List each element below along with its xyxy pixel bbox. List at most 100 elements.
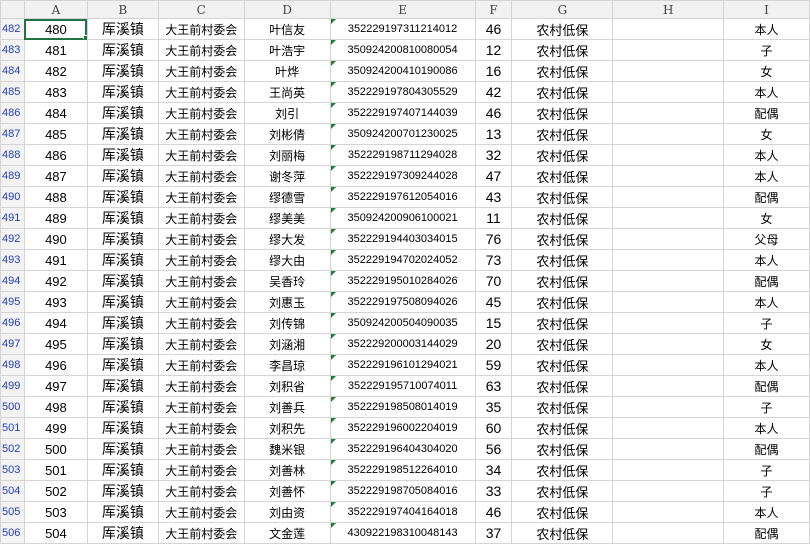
cell-a[interactable]: 485 [23,123,88,145]
column-header-d[interactable]: D [243,0,331,19]
row-header[interactable]: 500 [0,396,25,418]
cell-i[interactable]: 子 [723,396,810,418]
cell-f[interactable]: 16 [474,60,513,82]
column-header-a[interactable]: A [23,0,88,19]
cell-h[interactable] [612,312,725,334]
cell-b[interactable]: 厍溪镇 [86,39,159,61]
cell-e[interactable]: 352229200003144029 [329,333,476,355]
cell-a[interactable]: 501 [23,459,88,481]
cell-e[interactable]: 352229197311214012 [329,18,476,40]
row-header[interactable]: 493 [0,249,25,271]
cell-f[interactable]: 56 [474,438,513,460]
cell-f[interactable]: 46 [474,102,513,124]
cell-g[interactable]: 农村低保 [511,249,614,271]
cell-b[interactable]: 厍溪镇 [86,270,159,292]
cell-h[interactable] [612,459,725,481]
cell-b[interactable]: 厍溪镇 [86,459,159,481]
cell-d[interactable]: 刘善林 [243,459,331,481]
cell-a[interactable]: 486 [23,144,88,166]
cell-b[interactable]: 厍溪镇 [86,123,159,145]
cell-g[interactable]: 农村低保 [511,165,614,187]
cell-f[interactable]: 45 [474,291,513,313]
column-header-c[interactable]: C [157,0,245,19]
cell-f[interactable]: 42 [474,81,513,103]
cell-c[interactable]: 大王前村委会 [157,270,245,292]
cell-a[interactable]: 502 [23,480,88,502]
cell-e[interactable]: 352229196404304020 [329,438,476,460]
cell-i[interactable]: 配偶 [723,270,810,292]
cell-h[interactable] [612,249,725,271]
cell-d[interactable]: 叶烨 [243,60,331,82]
cell-h[interactable] [612,165,725,187]
cell-g[interactable]: 农村低保 [511,417,614,439]
cell-e[interactable]: 352229198705084016 [329,480,476,502]
cell-a[interactable]: 498 [23,396,88,418]
cell-i[interactable]: 子 [723,312,810,334]
column-header-f[interactable]: F [474,0,513,19]
fill-handle[interactable] [82,35,87,39]
cell-i[interactable]: 配偶 [723,522,810,544]
cell-c[interactable]: 大王前村委会 [157,165,245,187]
cell-b[interactable]: 厍溪镇 [86,144,159,166]
row-header[interactable]: 488 [0,144,25,166]
row-header[interactable]: 497 [0,333,25,355]
cell-i[interactable]: 配偶 [723,186,810,208]
cell-i[interactable]: 配偶 [723,375,810,397]
cell-h[interactable] [612,354,725,376]
cell-f[interactable]: 73 [474,249,513,271]
cell-e[interactable]: 350924200810080054 [329,39,476,61]
cell-g[interactable]: 农村低保 [511,102,614,124]
cell-f[interactable]: 47 [474,165,513,187]
row-header[interactable]: 491 [0,207,25,229]
row-header[interactable]: 494 [0,270,25,292]
cell-h[interactable] [612,144,725,166]
cell-e[interactable]: 350924200504090035 [329,312,476,334]
cell-g[interactable]: 农村低保 [511,291,614,313]
cell-e[interactable]: 352229195010284026 [329,270,476,292]
cell-c[interactable]: 大王前村委会 [157,291,245,313]
cell-d[interactable]: 吴香玲 [243,270,331,292]
cell-i[interactable]: 配偶 [723,102,810,124]
cell-g[interactable]: 农村低保 [511,375,614,397]
cell-h[interactable] [612,396,725,418]
cell-g[interactable]: 农村低保 [511,459,614,481]
cell-i[interactable]: 本人 [723,501,810,523]
cell-h[interactable] [612,270,725,292]
cell-b[interactable]: 厍溪镇 [86,501,159,523]
cell-g[interactable]: 农村低保 [511,18,614,40]
cell-a[interactable]: 490 [23,228,88,250]
cell-b[interactable]: 厍溪镇 [86,354,159,376]
cell-e[interactable]: 352229197612054016 [329,186,476,208]
cell-g[interactable]: 农村低保 [511,354,614,376]
cell-e[interactable]: 352229195710074011 [329,375,476,397]
cell-f[interactable]: 59 [474,354,513,376]
row-header[interactable]: 487 [0,123,25,145]
cell-c[interactable]: 大王前村委会 [157,501,245,523]
cell-e[interactable]: 350924200701230025 [329,123,476,145]
cell-g[interactable]: 农村低保 [511,522,614,544]
row-header[interactable]: 503 [0,459,25,481]
cell-d[interactable]: 刘彬倩 [243,123,331,145]
cell-c[interactable]: 大王前村委会 [157,522,245,544]
cell-i[interactable]: 配偶 [723,438,810,460]
cell-g[interactable]: 农村低保 [511,228,614,250]
cell-f[interactable]: 37 [474,522,513,544]
cell-h[interactable] [612,480,725,502]
cell-a[interactable]: 495 [23,333,88,355]
cell-e[interactable]: 430922198310048143 [329,522,476,544]
cell-g[interactable]: 农村低保 [511,81,614,103]
cell-e[interactable]: 352229197404164018 [329,501,476,523]
cell-a[interactable]: 481 [23,39,88,61]
cell-g[interactable]: 农村低保 [511,438,614,460]
cell-f[interactable]: 60 [474,417,513,439]
cell-e[interactable]: 352229194702024052 [329,249,476,271]
cell-b[interactable]: 厍溪镇 [86,81,159,103]
cell-i[interactable]: 子 [723,480,810,502]
cell-c[interactable]: 大王前村委会 [157,354,245,376]
row-header[interactable]: 485 [0,81,25,103]
cell-d[interactable]: 叶信友 [243,18,331,40]
cell-h[interactable] [612,18,725,40]
column-header-b[interactable]: B [86,0,159,19]
cell-e[interactable]: 352229196101294021 [329,354,476,376]
cell-c[interactable]: 大王前村委会 [157,249,245,271]
